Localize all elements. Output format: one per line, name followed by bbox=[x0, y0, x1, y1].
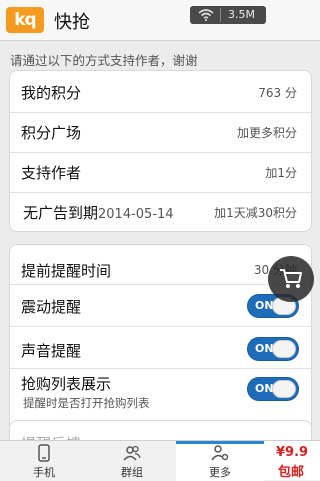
vibrate-label: 震动提醒 bbox=[21, 298, 82, 316]
network-indicator: 3.5M bbox=[190, 6, 266, 24]
ad-free-row[interactable]: 无广告到期2014-05-14 加1天减30积分 bbox=[10, 193, 311, 231]
support-author-label: 支持作者 bbox=[21, 164, 82, 182]
sound-toggle-state: ON bbox=[255, 342, 274, 355]
list-display-sub: 提醒时是否打开抢购列表 bbox=[23, 396, 150, 410]
vibrate-toggle-state: ON bbox=[255, 299, 274, 312]
toggle-knob bbox=[272, 340, 296, 358]
wifi-icon bbox=[198, 9, 214, 21]
list-display-label: 抢购列表展示 bbox=[21, 375, 112, 393]
vibrate-row: 震动提醒 ON bbox=[10, 285, 311, 327]
my-points-row[interactable]: 我的积分 763 分 bbox=[10, 71, 311, 113]
ad-free-value: 加1天减30积分 bbox=[214, 206, 297, 220]
tab-phone[interactable]: 手机 bbox=[0, 441, 88, 481]
points-plaza-label: 积分广场 bbox=[21, 124, 82, 142]
tab-more[interactable]: 更多 bbox=[176, 441, 264, 481]
advance-reminder-label: 提前提醒时间 bbox=[21, 262, 112, 280]
network-speed: 3.5M bbox=[228, 8, 255, 21]
support-author-row[interactable]: 支持作者 加1分 bbox=[10, 153, 311, 193]
advance-reminder-row[interactable]: 提前提醒时间 30 分钟 bbox=[10, 245, 311, 285]
promo-shipping: 包邮 bbox=[278, 465, 305, 480]
promo-price: ¥9.9 bbox=[276, 445, 309, 460]
tab-group[interactable]: 群组 bbox=[88, 441, 176, 481]
cart-icon bbox=[280, 269, 302, 288]
sound-toggle[interactable]: ON bbox=[247, 337, 299, 361]
tab-phone-label: 手机 bbox=[33, 466, 55, 479]
app-bar: kq 快抢 3.5M bbox=[0, 0, 320, 41]
tab-more-label: 更多 bbox=[209, 466, 231, 479]
toggle-knob bbox=[272, 380, 296, 398]
phone-icon bbox=[38, 444, 50, 462]
app-logo: kq bbox=[6, 7, 44, 33]
support-author-value: 加1分 bbox=[265, 166, 297, 180]
support-hint: 请通过以下的方式支持作者，谢谢 bbox=[10, 53, 198, 68]
support-card: 我的积分 763 分 积分广场 加更多积分 支持作者 加1分 无广告到期2014… bbox=[9, 70, 312, 232]
settings-card: 提前提醒时间 30 分钟 震动提醒 ON 声音提醒 ON 抢购列表展示 提醒时是… bbox=[9, 244, 312, 436]
tab-group-label: 群组 bbox=[121, 466, 143, 479]
ad-free-date: 2014-05-14 bbox=[98, 207, 174, 222]
app-title: 快抢 bbox=[54, 12, 90, 33]
my-points-value: 763 分 bbox=[258, 86, 297, 100]
sound-row: 声音提醒 ON bbox=[10, 327, 311, 369]
sound-label: 声音提醒 bbox=[21, 342, 82, 360]
my-points-label: 我的积分 bbox=[21, 84, 82, 102]
list-display-toggle-state: ON bbox=[255, 382, 274, 395]
promo-banner[interactable]: ¥9.9 包邮 bbox=[264, 441, 320, 480]
more-settings-icon bbox=[211, 445, 229, 461]
ad-free-label: 无广告到期 bbox=[23, 204, 99, 222]
points-plaza-row[interactable]: 积分广场 加更多积分 bbox=[10, 113, 311, 153]
points-plaza-value: 加更多积分 bbox=[236, 126, 297, 140]
floating-cart-button[interactable] bbox=[268, 256, 314, 302]
group-icon bbox=[123, 445, 141, 461]
list-display-toggle[interactable]: ON bbox=[247, 377, 299, 401]
